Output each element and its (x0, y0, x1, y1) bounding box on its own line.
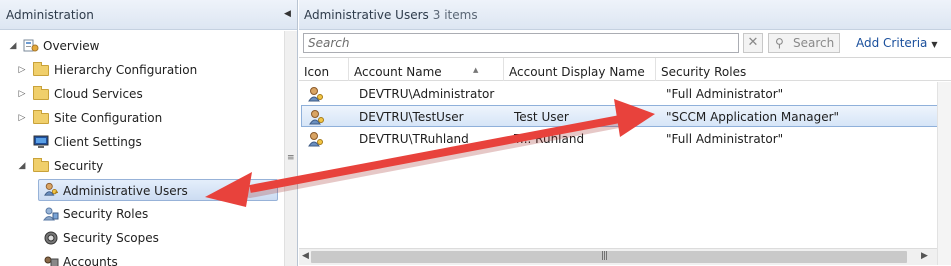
tree-item-client-settings[interactable]: Client Settings (0, 131, 283, 153)
tree-item-accounts[interactable]: Accounts (0, 251, 283, 266)
content-title: Administrative Users 3 items (304, 8, 478, 22)
search-button[interactable]: ⚲ Search (768, 33, 840, 53)
table-row[interactable]: DEVTRU\Administrator "Full Administrator… (299, 83, 947, 105)
content-pane: Administrative Users3 items ✕ ⚲ Search A… (299, 0, 951, 266)
add-criteria-label: Add Criteria (856, 36, 928, 50)
expanded-caret-icon[interactable]: ◢ (17, 155, 27, 177)
tree-item-label: Security Roles (63, 207, 149, 221)
tree-item-site-configuration[interactable]: ▷ Site Configuration (0, 107, 283, 129)
scroll-left-icon[interactable]: ◀ (302, 251, 309, 261)
scroll-thumb[interactable]: ||| (311, 251, 907, 263)
chevron-down-icon: ▼ (931, 40, 938, 49)
scroll-grip-icon: ||| (601, 251, 608, 261)
folder-icon (33, 62, 49, 76)
column-header-security-roles[interactable]: Security Roles (656, 58, 937, 81)
table-row[interactable]: DEVTRU\TRuhland T... Ruhland "Full Admin… (299, 128, 947, 150)
tree-item-hierarchy-configuration[interactable]: ▷ Hierarchy Configuration (0, 59, 283, 81)
tree-item-label: Security Scopes (63, 231, 159, 245)
cell-display-name: T... Ruhland (514, 132, 585, 146)
tree-item-label: Overview (43, 39, 100, 53)
cell-security-roles: "SCCM Application Manager" (666, 110, 840, 124)
column-header-icon[interactable]: Icon (299, 58, 349, 81)
grid-vertical-scrollbar[interactable] (937, 82, 951, 265)
expanded-caret-icon[interactable]: ◢ (8, 35, 18, 57)
tree-item-label: Client Settings (54, 135, 142, 149)
collapsed-caret-icon[interactable]: ▷ (17, 107, 27, 129)
tree-item-label: Administrative Users (63, 184, 188, 198)
overview-icon (23, 39, 39, 52)
cell-account-name: DEVTRU\Administrator (359, 87, 495, 101)
nav-scrollbar[interactable]: ≡ (284, 31, 297, 266)
tree-item-label: Accounts (63, 255, 118, 266)
scroll-grip-icon[interactable]: ≡ (287, 154, 295, 163)
collapsed-caret-icon[interactable]: ▷ (17, 59, 27, 81)
search-icon: ⚲ (775, 36, 784, 50)
nav-tree: ◢ Overview ▷ Hierarchy Configuration ▷ C… (0, 31, 283, 266)
admin-user-icon (309, 110, 324, 125)
navigation-pane: Administration ◀ ◢ Overview ▷ Hierarchy … (0, 0, 298, 266)
monitor-icon (33, 135, 49, 148)
column-header-label: Account Name (354, 65, 442, 79)
nav-header: Administration ◀ (0, 0, 297, 30)
cell-display-name: Test User (514, 110, 569, 124)
cell-security-roles: "Full Administrator" (666, 132, 784, 146)
cell-account-name: DEVTRU\TestUser (359, 110, 464, 124)
tree-item-label: Cloud Services (54, 87, 143, 101)
chevron-left-icon[interactable]: ◀ (284, 9, 291, 19)
grid-horizontal-scrollbar[interactable]: ◀ ||| ▶ (299, 248, 937, 265)
tree-item-label: Site Configuration (54, 111, 163, 125)
column-header-account-name[interactable]: ▲ Account Name (349, 58, 504, 81)
admin-user-icon (44, 182, 58, 196)
content-title-text: Administrative Users (304, 8, 429, 22)
folder-icon (33, 158, 49, 172)
tree-item-cloud-services[interactable]: ▷ Cloud Services (0, 83, 283, 105)
scroll-right-icon[interactable]: ▶ (921, 251, 928, 261)
nav-title: Administration (6, 8, 94, 22)
security-roles-icon (43, 207, 59, 221)
tree-item-security-scopes[interactable]: Security Scopes (0, 227, 283, 249)
tree-item-overview[interactable]: ◢ Overview (0, 35, 283, 57)
table-row[interactable]: DEVTRU\TestUser Test User "SCCM Applicat… (301, 105, 949, 127)
accounts-icon (44, 256, 59, 266)
grid-header: Icon ▲ Account Name Account Display Name… (299, 58, 951, 81)
search-button-label: Search (793, 36, 835, 50)
content-header: Administrative Users 3 items (299, 0, 951, 30)
tree-item-security-roles[interactable]: Security Roles (0, 203, 283, 225)
cell-account-name: DEVTRU\TRuhland (359, 132, 469, 146)
results-grid: Icon ▲ Account Name Account Display Name… (299, 57, 951, 266)
admin-user-icon (308, 87, 323, 102)
add-criteria-link[interactable]: Add Criteria ▼ (856, 36, 938, 50)
search-input[interactable] (303, 33, 739, 53)
folder-icon (33, 110, 49, 124)
folder-icon (33, 86, 49, 100)
security-scope-icon (44, 231, 58, 245)
tree-item-security[interactable]: ◢ Security (0, 155, 283, 177)
collapsed-caret-icon[interactable]: ▷ (17, 83, 27, 105)
cell-security-roles: "Full Administrator" (666, 87, 784, 101)
tree-item-label: Security (54, 159, 104, 173)
admin-user-icon (308, 132, 323, 147)
item-count: 3 items (432, 8, 478, 22)
tree-item-label: Hierarchy Configuration (54, 63, 198, 77)
sort-ascending-icon: ▲ (473, 66, 479, 74)
column-header-account-display-name[interactable]: Account Display Name (504, 58, 656, 81)
search-bar: ✕ ⚲ Search Add Criteria▼ (299, 31, 951, 56)
tree-item-administrative-users[interactable]: Administrative Users (38, 179, 278, 201)
close-icon: ✕ (747, 35, 759, 50)
clear-search-button[interactable]: ✕ (743, 33, 763, 53)
